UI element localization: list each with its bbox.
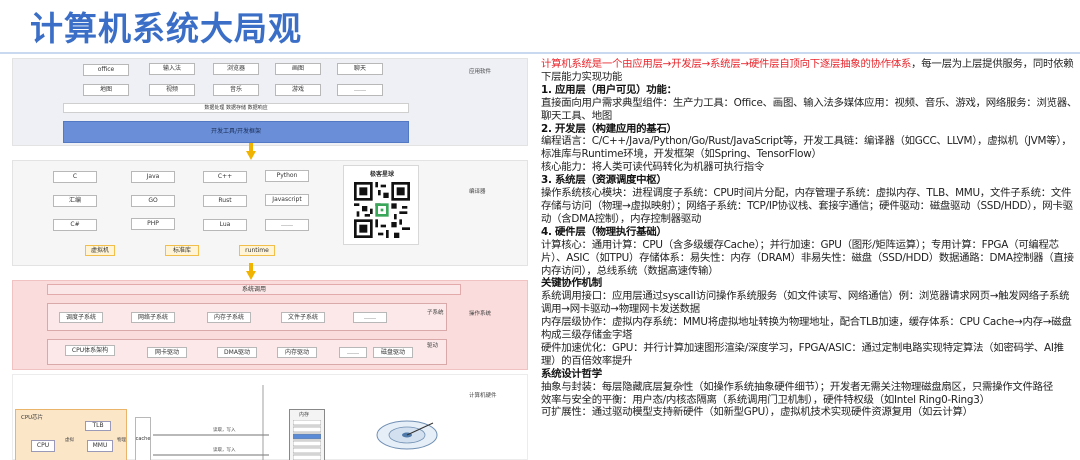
hw-mmu: MMU — [87, 440, 113, 452]
lang-more: …… — [265, 219, 309, 231]
section-2-heading: 2. 开发层（构建应用的基石） — [541, 122, 677, 135]
os-layer: 系统调用 调度子系统 网络子系统 内存子系统 文件子系统 …… 子系统 操作系统… — [12, 280, 528, 370]
key-memory: 内存层级协作：虚拟内存系统：MMU将虚拟地址转换为物理地址，配合TLB加速，缓存… — [541, 316, 1072, 342]
section-1-body: 直接面向用户需求典型组件：生产力工具：Office、画图、输入法多媒体应用：视频… — [541, 96, 1078, 122]
section-2-body: 编程语言：C/C++/Java/Python/Go/Rust/JavaScrip… — [541, 135, 1072, 161]
app-browser: 浏览器 — [213, 63, 259, 75]
lang-csharp: C# — [53, 219, 97, 231]
hw-cpu: CPU — [31, 440, 55, 452]
intro-paragraph: 计算机系统是一个由应用层→开发层→系统层→硬件层自顶向下逐层抽象的协作体系，每一… — [541, 58, 1077, 84]
app-office: office — [83, 64, 129, 76]
app-layer: office 输入法 浏览器 画图 聊天 地图 视频 音乐 游戏 …… 数据处理… — [12, 58, 528, 146]
title-underline — [0, 52, 1080, 54]
lang-go: GO — [131, 195, 175, 207]
runtime-vm: 虚拟机 — [85, 245, 115, 256]
drv-disk: 磁盘驱动 — [373, 347, 413, 358]
data-flow-bar: 数据处理 数据存储 数据响应 — [63, 103, 409, 113]
qr-caption: 极客星球 — [369, 171, 394, 178]
sub-memory: 内存子系统 — [207, 312, 251, 323]
section-1-heading: 1. 应用层（用户可见）功能： — [541, 83, 677, 96]
section-3-body: 操作系统核心模块：进程调度子系统：CPU时间片分配，内存管理子系统：虚拟内存、T… — [541, 187, 1073, 225]
lang-rust: Rust — [203, 195, 247, 207]
memory-cells — [293, 420, 321, 460]
qr-code-icon — [354, 182, 410, 238]
lang-lua: Lua — [203, 219, 247, 231]
app-chat: 聊天 — [337, 63, 383, 75]
lang-javascript: Javascript — [265, 194, 309, 206]
key-syscall: 系统调用接口：应用层通过syscall访问操作系统服务（如文件读写、网络通信）例… — [541, 290, 1070, 316]
sub-network: 网络子系统 — [131, 312, 175, 323]
app-music: 音乐 — [213, 84, 259, 96]
bus-read-write-1: 读取，写入 — [213, 428, 236, 433]
design-extensibility: 可扩展性：通过驱动模型支持新硬件（如新型GPU），虚拟机技术实现硬件资源复用（如… — [541, 406, 973, 419]
runtime-runtime: runtime — [239, 245, 275, 256]
subsystem-label: 子系统 — [427, 310, 444, 316]
drv-nic: 网卡驱动 — [147, 347, 187, 358]
addr-virtual-label: 虚拟 — [65, 438, 74, 443]
runtime-stdlib: 标准库 — [165, 245, 199, 256]
driver-label: 驱动 — [427, 343, 439, 349]
design-abstraction: 抽象与封装：每层隐藏底层复杂性（如操作系统抽象硬件细节）；开发者无需关注物理磁盘… — [541, 380, 1053, 393]
dev-layer: C Java C++ Python 汇编 GO Rust Javascript … — [12, 160, 528, 266]
addr-physical-label: 物理 — [117, 438, 126, 443]
sub-scheduler: 调度子系统 — [59, 312, 103, 323]
hw-tlb: TLB — [85, 421, 111, 431]
lang-python: Python — [265, 170, 309, 182]
intro-highlight: 计算机系统是一个由应用层→开发层→系统层→硬件层自顶向下逐层抽象的协作体系 — [541, 58, 912, 70]
qr-card: 极客星球 — [343, 165, 419, 245]
dev-layer-label: 编译器 — [469, 189, 486, 195]
app-video: 视频 — [149, 84, 195, 96]
key-mechanisms-heading: 关键协作机制 — [541, 277, 602, 290]
syscall-bar: 系统调用 — [47, 284, 461, 295]
os-layer-label: 操作系统 — [469, 311, 492, 317]
arrow-dev-os — [246, 263, 256, 280]
dev-tools-bar: 开发工具/开发框架 — [63, 121, 409, 143]
hw-layer-label: 计算机硬件 — [469, 393, 497, 399]
section-4-heading: 4. 硬件层（物理执行基础） — [541, 225, 667, 238]
section-3-heading: 3. 系统层（资源调度中枢） — [541, 174, 667, 187]
design-philosophy-heading: 系统设计哲学 — [541, 367, 602, 380]
page-title: 计算机系统大局观 — [30, 9, 302, 48]
app-map: 地图 — [83, 84, 129, 96]
lang-java: Java — [131, 171, 175, 183]
lang-php: PHP — [131, 218, 175, 230]
cpu-chip-label: CPU芯片 — [21, 415, 44, 421]
lang-asm: 汇编 — [53, 195, 97, 207]
drv-dma: DMA驱动 — [217, 347, 257, 358]
sub-file: 文件子系统 — [281, 312, 325, 323]
drv-cpu-arch: CPU体系架构 — [65, 345, 115, 356]
lang-c: C — [53, 171, 97, 183]
disk-platter-icon — [376, 420, 438, 450]
key-acceleration: 硬件加速优化：GPU：并行计算加速图形渲染/深度学习，FPGA/ASIC：通过定… — [541, 341, 1064, 367]
app-layer-label: 应用软件 — [469, 69, 492, 75]
app-paint: 画图 — [275, 63, 321, 75]
app-more: …… — [337, 84, 383, 96]
bus-read-write-2: 读取，写入 — [213, 448, 236, 453]
sub-more: …… — [353, 312, 387, 323]
drv-more: …… — [339, 347, 367, 358]
section-4-body: 计算核心：通用计算：CPU（含多级缓存Cache）；并行加速：GPU（图形/矩阵… — [541, 238, 1074, 277]
hw-layer: 计算机硬件 CPU芯片 TLB CPU MMU 虚拟 物理 cache 读取，写… — [12, 374, 528, 460]
app-game: 游戏 — [275, 84, 321, 96]
arrow-app-dev — [246, 143, 256, 160]
section-2-core: 核心能力：将人类可读代码转化为机器可执行指令 — [541, 161, 765, 174]
explanation-panel: 计算机系统是一个由应用层→开发层→系统层→硬件层自顶向下逐层抽象的协作体系，每一… — [541, 58, 1077, 419]
lang-cpp: C++ — [203, 171, 247, 183]
hw-cache: cache — [135, 417, 151, 460]
architecture-diagram: office 输入法 浏览器 画图 聊天 地图 视频 音乐 游戏 …… 数据处理… — [10, 56, 530, 460]
app-ime: 输入法 — [149, 63, 195, 75]
memory-label: 内存 — [299, 412, 310, 418]
drv-memory: 内存驱动 — [277, 347, 317, 358]
design-efficiency: 效率与安全的平衡：用户态/内核态隔离（系统调用门卫机制），硬件特权级（如Inte… — [541, 393, 990, 406]
